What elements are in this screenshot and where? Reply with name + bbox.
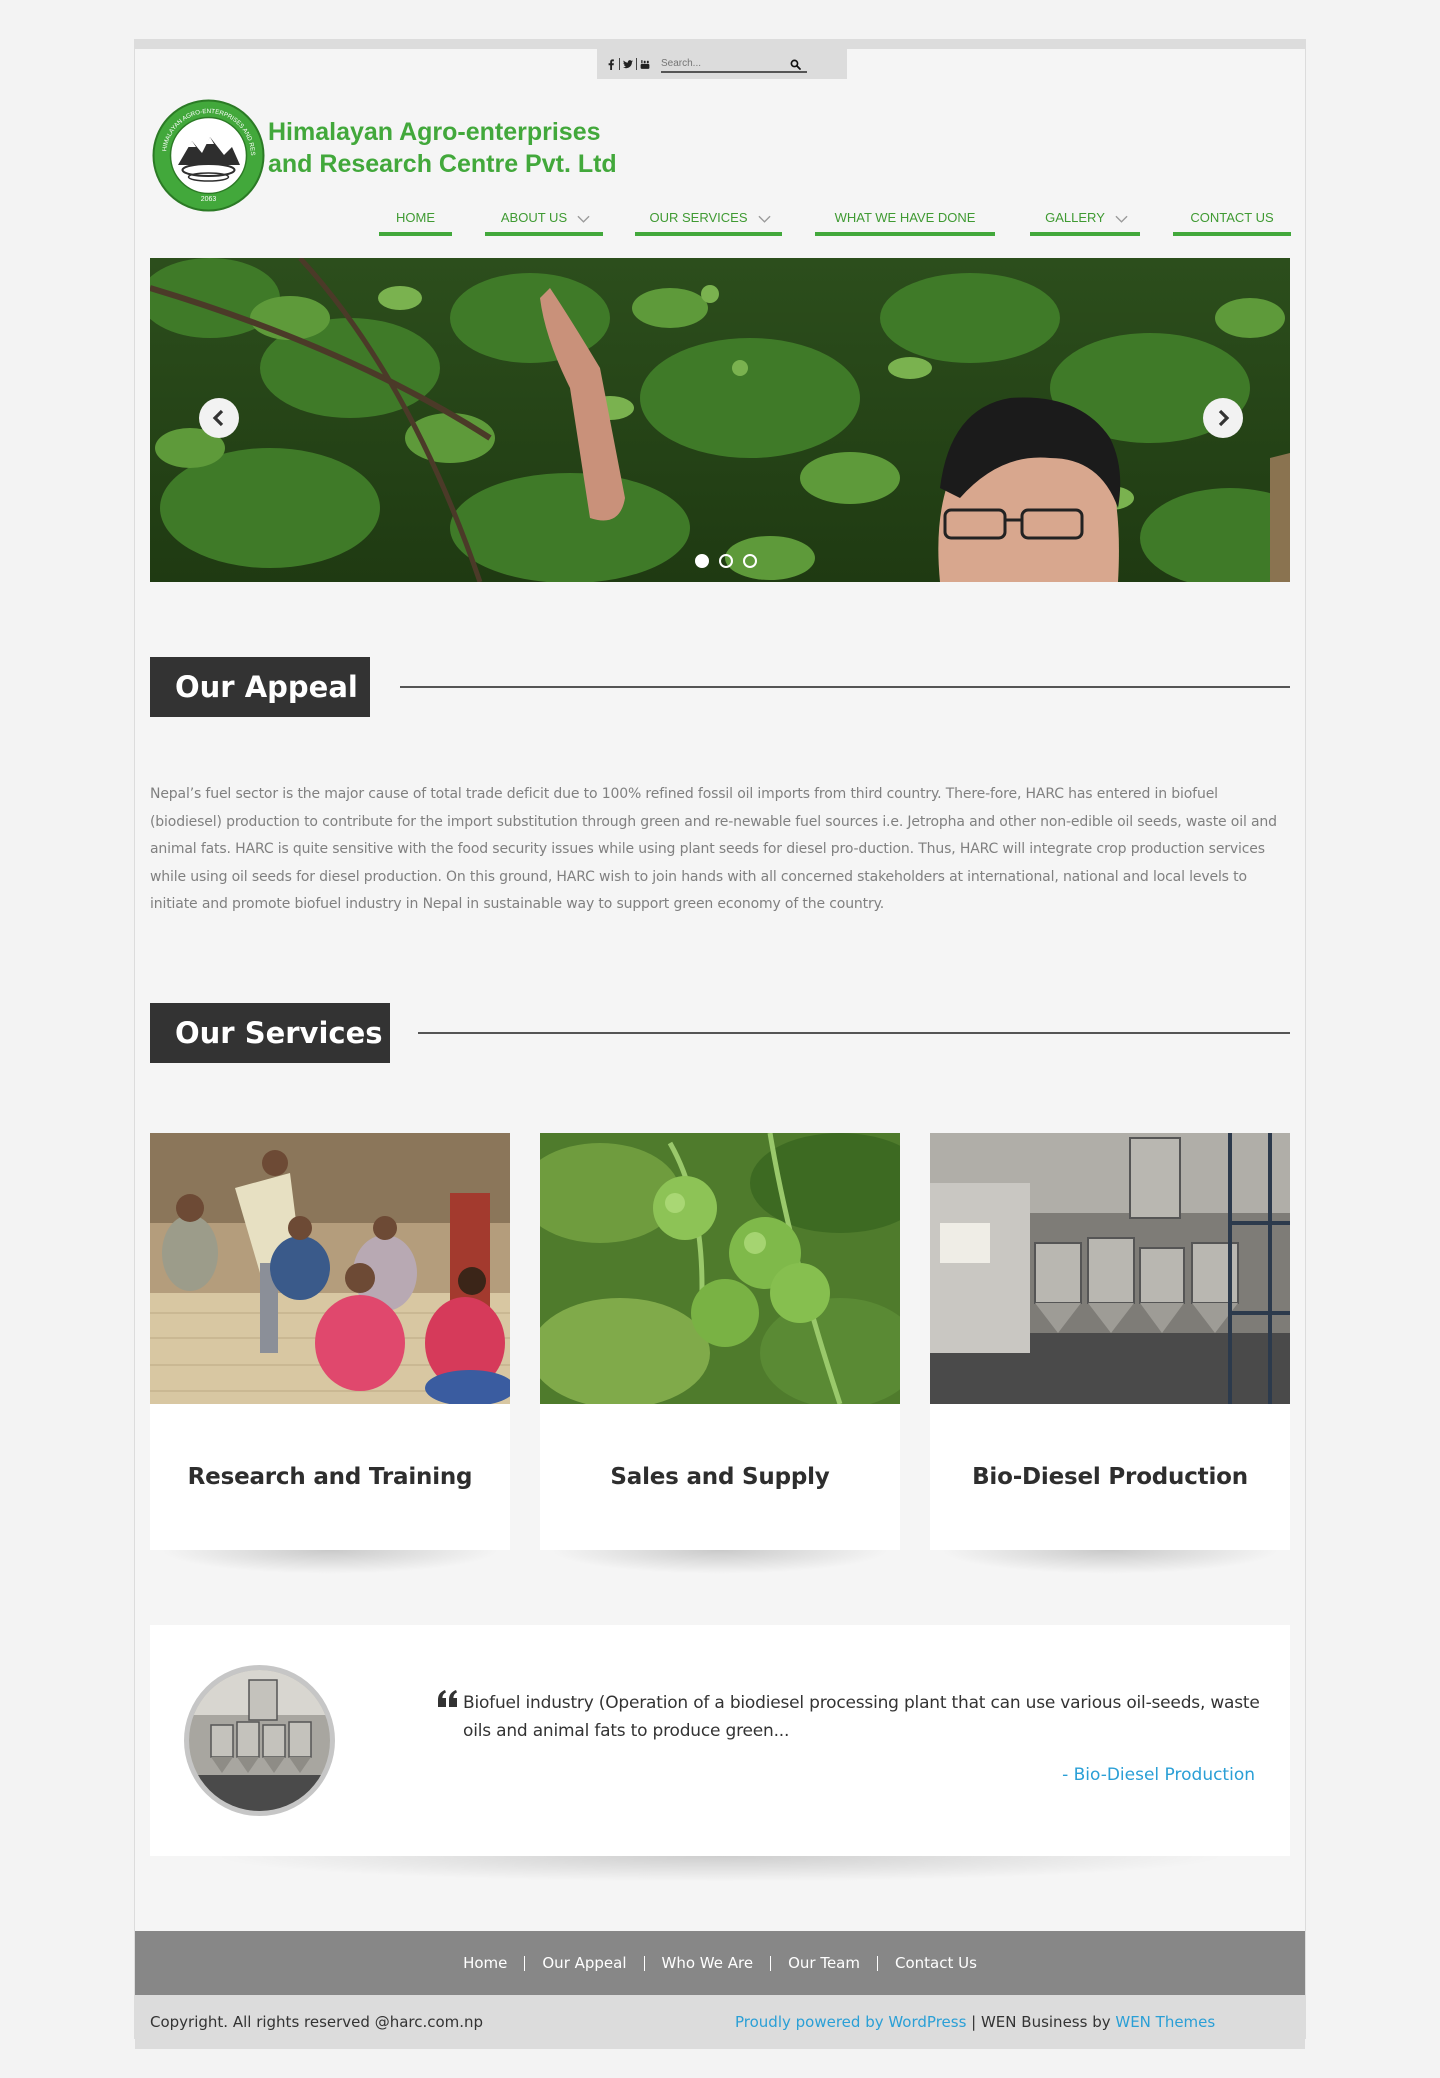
- page-container: 2063 HIMALAYAN AGRO-ENTERPRISES AND RESE…: [134, 39, 1307, 2049]
- appeal-section-header: Our Appeal: [150, 657, 1290, 717]
- service-image[interactable]: [930, 1133, 1290, 1404]
- search-icon[interactable]: [790, 59, 801, 70]
- testimonial-block: Biofuel industry (Operation of a biodies…: [150, 1625, 1290, 1882]
- service-card[interactable]: Sales and Supply: [540, 1133, 900, 1574]
- slider-image: [150, 258, 1290, 582]
- nav-item-label: OUR SERVICES: [649, 210, 748, 225]
- chevron-down-icon: [1115, 212, 1128, 223]
- nav-item-what-we-have-done[interactable]: WHAT WE HAVE DONE: [815, 208, 995, 236]
- footer-link-home[interactable]: Home: [446, 1955, 524, 1971]
- card-shadow: [210, 1856, 1230, 1882]
- chevron-down-icon: [577, 212, 590, 223]
- service-card[interactable]: Research and Training: [150, 1133, 510, 1574]
- card-shadow: [940, 1550, 1280, 1574]
- testimonial-author-link[interactable]: - Bio-Diesel Production: [1062, 1765, 1255, 1785]
- slider-dot[interactable]: [719, 554, 733, 568]
- top-bar: [597, 49, 847, 79]
- service-title[interactable]: Bio-Diesel Production: [972, 1464, 1248, 1490]
- arrow-right-icon: [1218, 409, 1230, 427]
- service-title[interactable]: Research and Training: [188, 1464, 473, 1490]
- nav-item-our-services[interactable]: OUR SERVICES: [635, 208, 782, 236]
- slider-next-button[interactable]: [1203, 398, 1243, 438]
- youtube-icon[interactable]: [637, 57, 653, 71]
- nav-item-label: ABOUT US: [500, 210, 568, 225]
- service-image[interactable]: [150, 1133, 510, 1404]
- twitter-icon[interactable]: [620, 57, 636, 71]
- nav-item-label: HOME: [396, 210, 435, 225]
- logo-year: 2063: [201, 196, 217, 203]
- footer-link-who-we-are[interactable]: Who We Are: [643, 1955, 771, 1971]
- slider-pagination: [690, 554, 762, 568]
- site-logo[interactable]: 2063 HIMALAYAN AGRO-ENTERPRISES AND RESE…: [150, 94, 265, 212]
- copyright-text: Copyright. All rights reserved @harc.com…: [150, 2013, 484, 2031]
- testimonial-quote: Biofuel industry (Operation of a biodies…: [463, 1693, 1260, 1741]
- facebook-icon[interactable]: [603, 57, 619, 71]
- quote-icon: [438, 1690, 457, 1707]
- slider-dot[interactable]: [695, 554, 709, 568]
- powered-separator: | WEN Business by: [966, 2013, 1116, 2031]
- services-heading: Our Services: [150, 1003, 390, 1063]
- heading-divider: [418, 1032, 1290, 1034]
- nav-item-about-us[interactable]: ABOUT US: [485, 208, 603, 236]
- footer-link-contact-us[interactable]: Contact Us: [876, 1955, 994, 1971]
- footer-link-our-appeal[interactable]: Our Appeal: [524, 1955, 643, 1971]
- testimonial-avatar: [184, 1665, 335, 1816]
- search-input[interactable]: [661, 57, 781, 69]
- nav-item-home[interactable]: HOME: [379, 208, 452, 236]
- nav-item-label: GALLERY: [1045, 210, 1105, 225]
- search-box: [661, 55, 807, 73]
- slider-dot[interactable]: [743, 554, 757, 568]
- appeal-paragraph: Nepal’s fuel sector is the major cause o…: [150, 786, 1277, 912]
- chevron-down-icon: [757, 212, 771, 223]
- heading-divider: [400, 686, 1290, 688]
- services-section-header: Our Services: [150, 1003, 1290, 1063]
- hero-slider[interactable]: [150, 258, 1290, 582]
- appeal-heading: Our Appeal: [150, 657, 370, 717]
- wen-themes-link[interactable]: WEN Themes: [1115, 2013, 1215, 2031]
- footer-bottom-bar: Copyright. All rights reserved @harc.com…: [135, 1995, 1305, 2049]
- powered-by: Proudly powered by WordPress | WEN Busin…: [735, 2013, 1215, 2031]
- footer-nav: Home Our Appeal Who We Are Our Team Cont…: [135, 1931, 1305, 1995]
- arrow-left-icon: [212, 409, 224, 427]
- service-image[interactable]: [540, 1133, 900, 1404]
- card-shadow: [550, 1550, 890, 1574]
- site-title[interactable]: Himalayan Agro-enterprises and Research …: [268, 116, 617, 180]
- main-nav: HOME ABOUT US OUR SERVICES WHAT WE HAVE …: [135, 208, 1307, 236]
- nav-item-gallery[interactable]: GALLERY: [1030, 208, 1140, 236]
- site-title-line1: Himalayan Agro-enterprises: [268, 118, 601, 146]
- nav-item-contact-us[interactable]: CONTACT US: [1173, 208, 1291, 236]
- wordpress-link[interactable]: Proudly powered by WordPress: [735, 2013, 966, 2031]
- slider-prev-button[interactable]: [199, 398, 239, 438]
- service-card[interactable]: Bio-Diesel Production: [930, 1133, 1290, 1574]
- footer-link-our-team[interactable]: Our Team: [770, 1955, 877, 1971]
- service-title[interactable]: Sales and Supply: [610, 1464, 829, 1490]
- site-title-line2: and Research Centre Pvt. Ltd: [268, 150, 617, 178]
- nav-item-label: CONTACT US: [1190, 210, 1274, 225]
- card-shadow: [160, 1550, 500, 1574]
- nav-item-label: WHAT WE HAVE DONE: [834, 210, 976, 225]
